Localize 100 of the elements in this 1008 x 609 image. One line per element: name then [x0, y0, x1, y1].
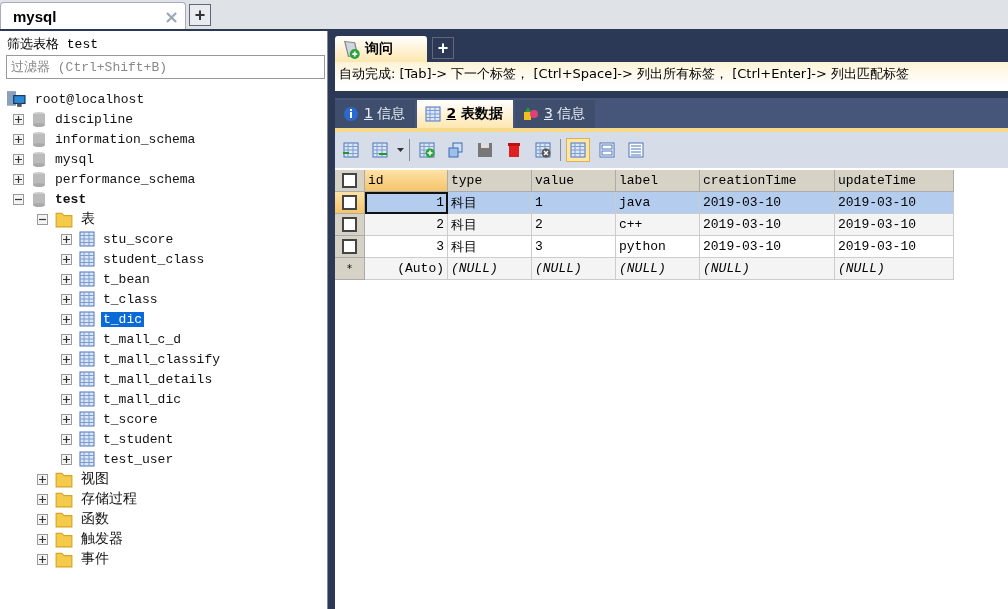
tree-item[interactable]: t_mall_details: [101, 371, 215, 387]
plus-icon: [63, 255, 70, 263]
expand-button[interactable]: [37, 533, 48, 545]
expand-button[interactable]: [61, 433, 72, 445]
tree-item[interactable]: 触发器: [79, 530, 125, 548]
table-cell: 2019-03-10: [700, 236, 835, 258]
tree-item[interactable]: t_mall_classify: [101, 351, 223, 367]
column-header[interactable]: label: [616, 170, 700, 192]
plus-icon: [39, 515, 46, 523]
tree-item[interactable]: 表: [79, 210, 97, 228]
grid-view-icon: [570, 142, 586, 158]
tree-item[interactable]: information_schema: [53, 131, 198, 147]
cancel-icon: [535, 142, 551, 158]
expand-button[interactable]: [37, 513, 48, 525]
table-icon: [79, 411, 95, 427]
column-header[interactable]: id: [365, 170, 448, 192]
plus-icon: [39, 495, 46, 503]
expand-button[interactable]: [37, 473, 48, 485]
tree-item[interactable]: t_bean: [101, 271, 152, 287]
save-icon: [477, 142, 493, 158]
column-header[interactable]: value: [532, 170, 616, 192]
tree-item[interactable]: t_score: [101, 411, 160, 427]
query-tab[interactable]: 询问: [335, 36, 427, 62]
result-tab[interactable]: 1 信息: [335, 100, 416, 128]
filter-field[interactable]: 过滤器 (Ctrl+Shift+B): [6, 55, 325, 79]
collapse-button[interactable]: [13, 193, 24, 205]
tree-item[interactable]: student_class: [101, 251, 207, 267]
table-icon: [79, 371, 95, 387]
row-checkbox[interactable]: [335, 236, 365, 258]
expand-button[interactable]: [13, 173, 24, 185]
import-icon: [343, 142, 359, 158]
row-checkbox[interactable]: [335, 192, 365, 214]
plus-icon: [15, 155, 22, 163]
tree-item[interactable]: 存储过程: [79, 490, 139, 508]
tree-item[interactable]: t_dic: [101, 311, 144, 327]
plus-icon: [63, 455, 70, 463]
folder-icon: [55, 490, 73, 508]
tree-item[interactable]: discipline: [53, 111, 135, 127]
expand-button[interactable]: [61, 353, 72, 365]
folder-icon: [55, 510, 73, 528]
table-cell: (NULL): [448, 258, 532, 280]
table-cell: (NULL): [616, 258, 700, 280]
text-view-icon: [628, 142, 644, 158]
expand-button[interactable]: [13, 133, 24, 145]
tab-title: mysql: [13, 7, 57, 25]
table-cell: c++: [616, 214, 700, 236]
expand-button[interactable]: [37, 553, 48, 565]
tree-item[interactable]: stu_score: [101, 231, 176, 247]
tree-item[interactable]: performance_schema: [53, 171, 198, 187]
new-query-button[interactable]: +: [432, 37, 454, 59]
expand-button[interactable]: [61, 393, 72, 405]
tree-item[interactable]: 事件: [79, 550, 111, 568]
query-icon: [341, 39, 361, 59]
tree-item[interactable]: t_mall_c_d: [101, 331, 183, 347]
tree-item[interactable]: t_student: [101, 431, 176, 447]
table-icon: [79, 451, 95, 467]
row-checkbox[interactable]: [335, 214, 365, 236]
plus-icon: [63, 415, 70, 423]
expand-button[interactable]: [13, 113, 24, 125]
tree-item[interactable]: t_class: [101, 291, 160, 307]
shapes-icon: [523, 106, 539, 122]
expand-button[interactable]: [61, 333, 72, 345]
tree-item[interactable]: mysql: [53, 151, 96, 167]
expand-button[interactable]: [61, 253, 72, 265]
new-tab-button[interactable]: +: [189, 4, 211, 26]
tree-item[interactable]: 函数: [79, 510, 111, 528]
table-cell: (NULL): [532, 258, 616, 280]
column-header[interactable]: type: [448, 170, 532, 192]
plus-icon: [63, 275, 70, 283]
plus-icon: [63, 395, 70, 403]
folder-icon: [55, 550, 73, 568]
result-tab[interactable]: 2 表数据: [417, 100, 513, 128]
expand-button[interactable]: [61, 293, 72, 305]
plus-icon: [63, 315, 70, 323]
expand-button[interactable]: [61, 453, 72, 465]
tree-item[interactable]: root@localhost: [33, 91, 147, 107]
expand-button[interactable]: [61, 373, 72, 385]
caret-icon: [397, 148, 404, 152]
expand-button[interactable]: [13, 153, 24, 165]
table-cell: 3: [365, 236, 448, 258]
plus-icon: [63, 295, 70, 303]
folder-icon: [55, 470, 73, 488]
column-header[interactable]: creationTime: [700, 170, 835, 192]
window-tab[interactable]: mysql ×: [0, 2, 186, 29]
column-header[interactable]: updateTime: [835, 170, 954, 192]
folder-icon: [55, 210, 73, 228]
tree-item[interactable]: test_user: [101, 451, 176, 467]
expand-button[interactable]: [37, 493, 48, 505]
tree-item[interactable]: 视图: [79, 470, 111, 488]
expand-button[interactable]: [61, 313, 72, 325]
collapse-button[interactable]: [37, 213, 48, 225]
table-icon: [79, 271, 95, 287]
result-tab[interactable]: 3 信息: [515, 100, 596, 128]
expand-button[interactable]: [61, 413, 72, 425]
folder-icon: [55, 530, 73, 548]
expand-button[interactable]: [61, 273, 72, 285]
expand-button[interactable]: [61, 233, 72, 245]
tree-item[interactable]: t_mall_dic: [101, 391, 183, 407]
select-all-checkbox[interactable]: [335, 170, 365, 192]
tree-item[interactable]: test: [53, 191, 89, 207]
